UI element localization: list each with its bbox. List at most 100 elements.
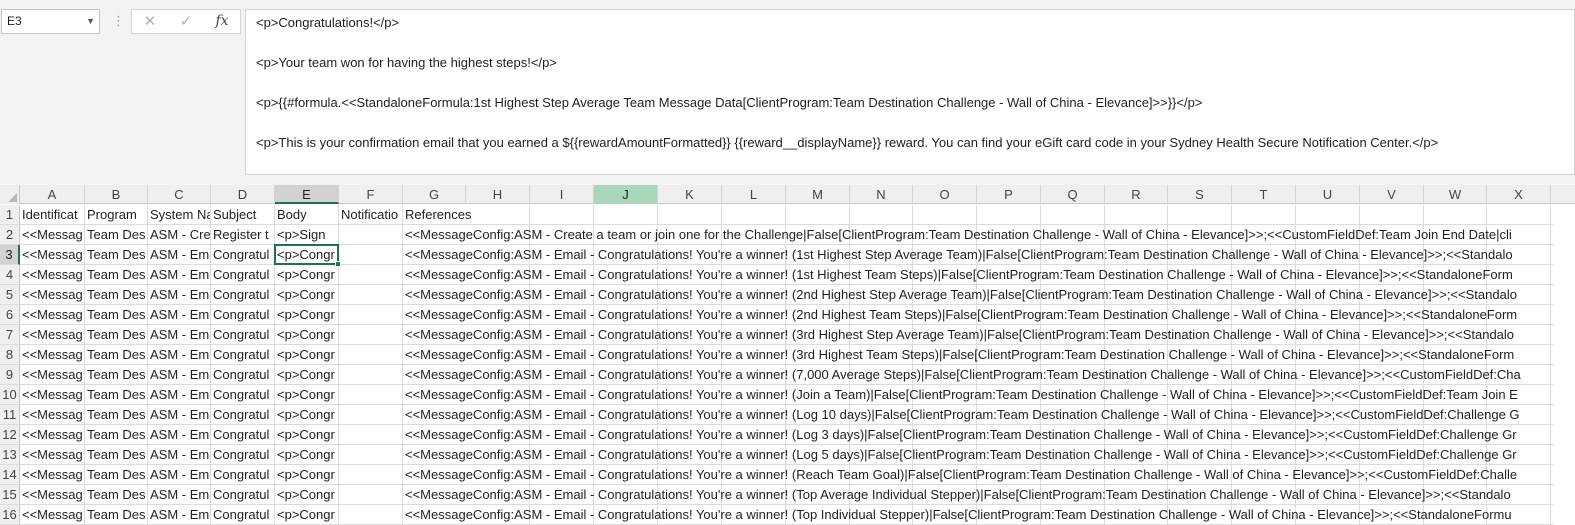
column-header-b[interactable]: B [85,185,148,204]
column-header-t[interactable]: T [1232,185,1296,204]
cell-b10[interactable]: Team Des [85,385,148,405]
cell-f15[interactable] [339,485,403,505]
cell-b12[interactable]: Team Des [85,425,148,445]
cell-f8[interactable] [339,345,403,365]
cell-f5[interactable] [339,285,403,305]
cell-d16[interactable]: Congratul [211,505,275,525]
column-header-m[interactable]: M [786,185,850,204]
column-header-x[interactable]: X [1487,185,1551,204]
cell-c14[interactable]: ASM - Ema [148,465,211,485]
cell-a4[interactable]: <<Messag [20,265,85,285]
cell-c1[interactable]: System Na [148,205,211,225]
cell-f7[interactable] [339,325,403,345]
row-header-14[interactable]: 14 [0,465,20,485]
cell-b4[interactable]: Team Des [85,265,148,285]
cell-b7[interactable]: Team Des [85,325,148,345]
cell-e7[interactable]: <p>Congr [275,325,339,345]
cell-d8[interactable]: Congratul [211,345,275,365]
cell-f2[interactable] [339,225,403,245]
cell-a15[interactable]: <<Messag [20,485,85,505]
cell-e14[interactable]: <p>Congr [275,465,339,485]
cell-g13[interactable]: <<MessageConfig:ASM - Email - Congratula… [403,445,1554,465]
cell-a5[interactable]: <<Messag [20,285,85,305]
cell-a11[interactable]: <<Messag [20,405,85,425]
cell-a6[interactable]: <<Messag [20,305,85,325]
cell-c13[interactable]: ASM - Ema [148,445,211,465]
cell-g1[interactable]: References [403,205,1554,225]
cell-g6[interactable]: <<MessageConfig:ASM - Email - Congratula… [403,305,1554,325]
row-header-2[interactable]: 2 [0,225,20,245]
cell-c11[interactable]: ASM - Ema [148,405,211,425]
row-header-12[interactable]: 12 [0,425,20,445]
chevron-down-icon[interactable]: ▼ [86,10,95,33]
column-header-u[interactable]: U [1296,185,1360,204]
column-header-d[interactable]: D [211,185,275,204]
cell-c10[interactable]: ASM - Ema [148,385,211,405]
cell-g5[interactable]: <<MessageConfig:ASM - Email - Congratula… [403,285,1554,305]
cell-f4[interactable] [339,265,403,285]
cell-a8[interactable]: <<Messag [20,345,85,365]
cell-a14[interactable]: <<Messag [20,465,85,485]
cell-g10[interactable]: <<MessageConfig:ASM - Email - Congratula… [403,385,1554,405]
cell-d12[interactable]: Congratul [211,425,275,445]
cell-c16[interactable]: ASM - Ema [148,505,211,525]
cell-c6[interactable]: ASM - Ema [148,305,211,325]
cell-c9[interactable]: ASM - Ema [148,365,211,385]
cell-b9[interactable]: Team Des [85,365,148,385]
cell-f14[interactable] [339,465,403,485]
cell-g15[interactable]: <<MessageConfig:ASM - Email - Congratula… [403,485,1554,505]
cell-b5[interactable]: Team Des [85,285,148,305]
cell-c2[interactable]: ASM - Cre [148,225,211,245]
close-icon[interactable]: ✕ [138,10,162,33]
column-header-s[interactable]: S [1168,185,1232,204]
cell-e11[interactable]: <p>Congr [275,405,339,425]
cell-a16[interactable]: <<Messag [20,505,85,525]
row-header-7[interactable]: 7 [0,325,20,345]
cell-d2[interactable]: Register t [211,225,275,245]
column-header-p[interactable]: P [977,185,1041,204]
column-header-g[interactable]: G [403,185,466,204]
column-header-h[interactable]: H [466,185,530,204]
row-header-8[interactable]: 8 [0,345,20,365]
cell-f9[interactable] [339,365,403,385]
column-header-w[interactable]: W [1424,185,1487,204]
cell-c4[interactable]: ASM - Ema [148,265,211,285]
cell-e4[interactable]: <p>Congr [275,265,339,285]
cell-d14[interactable]: Congratul [211,465,275,485]
cell-d15[interactable]: Congratul [211,485,275,505]
cell-a3[interactable]: <<Messag [20,245,85,265]
select-all-button[interactable] [0,185,20,204]
row-header-15[interactable]: 15 [0,485,20,505]
cell-e12[interactable]: <p>Congr [275,425,339,445]
row-header-3[interactable]: 3 [0,245,20,265]
formula-bar-input[interactable]: <p>Congratulations!</p> <p>Your team won … [245,9,1575,175]
cell-b16[interactable]: Team Des [85,505,148,525]
cell-b15[interactable]: Team Des [85,485,148,505]
cell-f6[interactable] [339,305,403,325]
cell-d1[interactable]: Subject [211,205,275,225]
column-header-r[interactable]: R [1105,185,1168,204]
cell-c3[interactable]: ASM - Ema [148,245,211,265]
cell-g3[interactable]: <<MessageConfig:ASM - Email - Congratula… [403,245,1554,265]
column-header-v[interactable]: V [1360,185,1424,204]
cell-c7[interactable]: ASM - Ema [148,325,211,345]
cell-e16[interactable]: <p>Congr [275,505,339,525]
cell-d6[interactable]: Congratul [211,305,275,325]
cell-e15[interactable]: <p>Congr [275,485,339,505]
cell-f1[interactable]: Notificatio [339,205,403,225]
column-header-f[interactable]: F [339,185,403,204]
row-header-5[interactable]: 5 [0,285,20,305]
row-header-11[interactable]: 11 [0,405,20,425]
cell-e13[interactable]: <p>Congr [275,445,339,465]
cell-f11[interactable] [339,405,403,425]
cell-f3[interactable] [339,245,403,265]
cell-f12[interactable] [339,425,403,445]
cell-c8[interactable]: ASM - Ema [148,345,211,365]
cell-d4[interactable]: Congratul [211,265,275,285]
cell-a1[interactable]: Identificat [20,205,85,225]
column-header-o[interactable]: O [913,185,977,204]
row-header-6[interactable]: 6 [0,305,20,325]
cell-e3[interactable]: <p>Congr [275,245,339,265]
cell-d11[interactable]: Congratul [211,405,275,425]
row-header-10[interactable]: 10 [0,385,20,405]
